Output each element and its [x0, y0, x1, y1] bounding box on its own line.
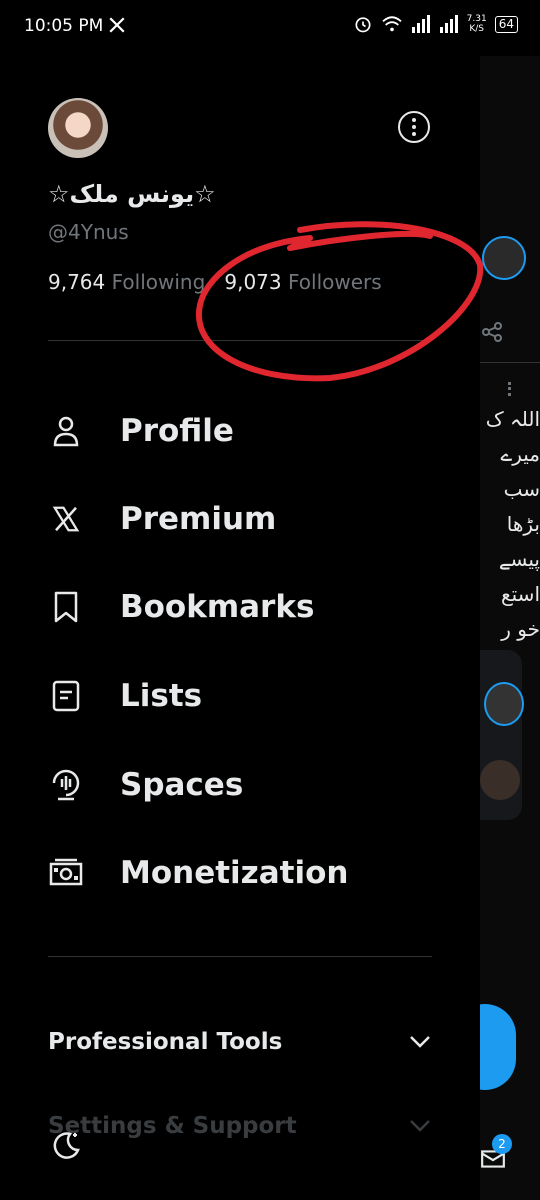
status-time: 10:05 PM	[24, 16, 104, 36]
professional-tools-label: Professional Tools	[48, 1029, 283, 1055]
nav-spaces[interactable]: Spaces	[48, 755, 448, 815]
signal-icon	[411, 15, 430, 33]
underlay-line: میرے	[500, 442, 540, 466]
more-accounts-button[interactable]	[398, 111, 430, 143]
notification-badge: 2	[492, 1134, 512, 1154]
underlay-card-avatar	[484, 682, 524, 726]
person-icon	[48, 413, 84, 449]
nav-monetization-label: Monetization	[120, 855, 349, 891]
spaces-icon	[48, 767, 84, 803]
nav-monetization[interactable]: Monetization	[48, 843, 448, 903]
chevron-down-icon	[410, 1036, 430, 1048]
status-bar: 10:05 PM 7.31 K/S 64	[0, 0, 540, 56]
signal-icon-2	[439, 15, 458, 33]
nav-premium-label: Premium	[120, 501, 277, 537]
underlay-text: اللہ ک میرے سب بڑھا پیسے استع خو ر	[480, 402, 540, 647]
nav-lists-label: Lists	[120, 678, 203, 714]
nav-bookmarks[interactable]: Bookmarks	[48, 577, 448, 637]
dot	[412, 118, 416, 122]
divider	[48, 956, 432, 957]
wifi-icon	[382, 16, 402, 32]
professional-tools-section[interactable]: Professional Tools	[48, 1022, 432, 1062]
dot	[412, 125, 416, 129]
x-logo-icon	[48, 501, 84, 537]
underlay-card-avatar-2	[480, 760, 520, 800]
annotation-circle	[195, 221, 484, 382]
nav-profile[interactable]: Profile	[48, 401, 448, 461]
display-name: ☆یونس ملک☆	[48, 180, 216, 208]
money-icon	[48, 855, 84, 891]
settings-support-section[interactable]: Settings & Support	[48, 1106, 432, 1146]
user-handle: @4Ynus	[48, 220, 129, 244]
moon-icon[interactable]	[50, 1130, 82, 1162]
nav-profile-label: Profile	[120, 413, 234, 449]
underlay-line: بڑھا	[506, 512, 540, 536]
bookmark-icon	[48, 589, 84, 625]
speed-unit: K/S	[469, 24, 485, 34]
dot	[412, 132, 416, 136]
nav-bookmarks-label: Bookmarks	[120, 589, 315, 625]
underlay-more-dots	[508, 382, 514, 396]
alarm-icon	[355, 17, 371, 33]
list-icon	[48, 678, 84, 714]
nav-premium[interactable]: Premium	[48, 489, 448, 549]
underlay-line: استع	[501, 582, 540, 606]
avatar[interactable]	[48, 98, 108, 158]
nav-spaces-label: Spaces	[120, 767, 244, 803]
underlay-card	[480, 650, 524, 820]
settings-support-label: Settings & Support	[48, 1113, 297, 1139]
x-notification-icon	[109, 17, 125, 33]
underlay-line: پیسے	[498, 547, 540, 571]
speed-value: 7.31	[466, 14, 487, 24]
chevron-down-icon	[410, 1120, 430, 1132]
battery-indicator: 64	[494, 15, 518, 33]
underlay-line: سب	[503, 477, 540, 501]
underlay-line: اللہ ک	[485, 407, 540, 431]
underlay-line: خو ر	[501, 617, 540, 641]
following-count: 9,764	[48, 270, 106, 294]
nav-lists[interactable]: Lists	[48, 666, 448, 726]
status-icons: 7.31 K/S 64	[353, 14, 518, 34]
network-speed: 7.31 K/S	[467, 14, 487, 34]
